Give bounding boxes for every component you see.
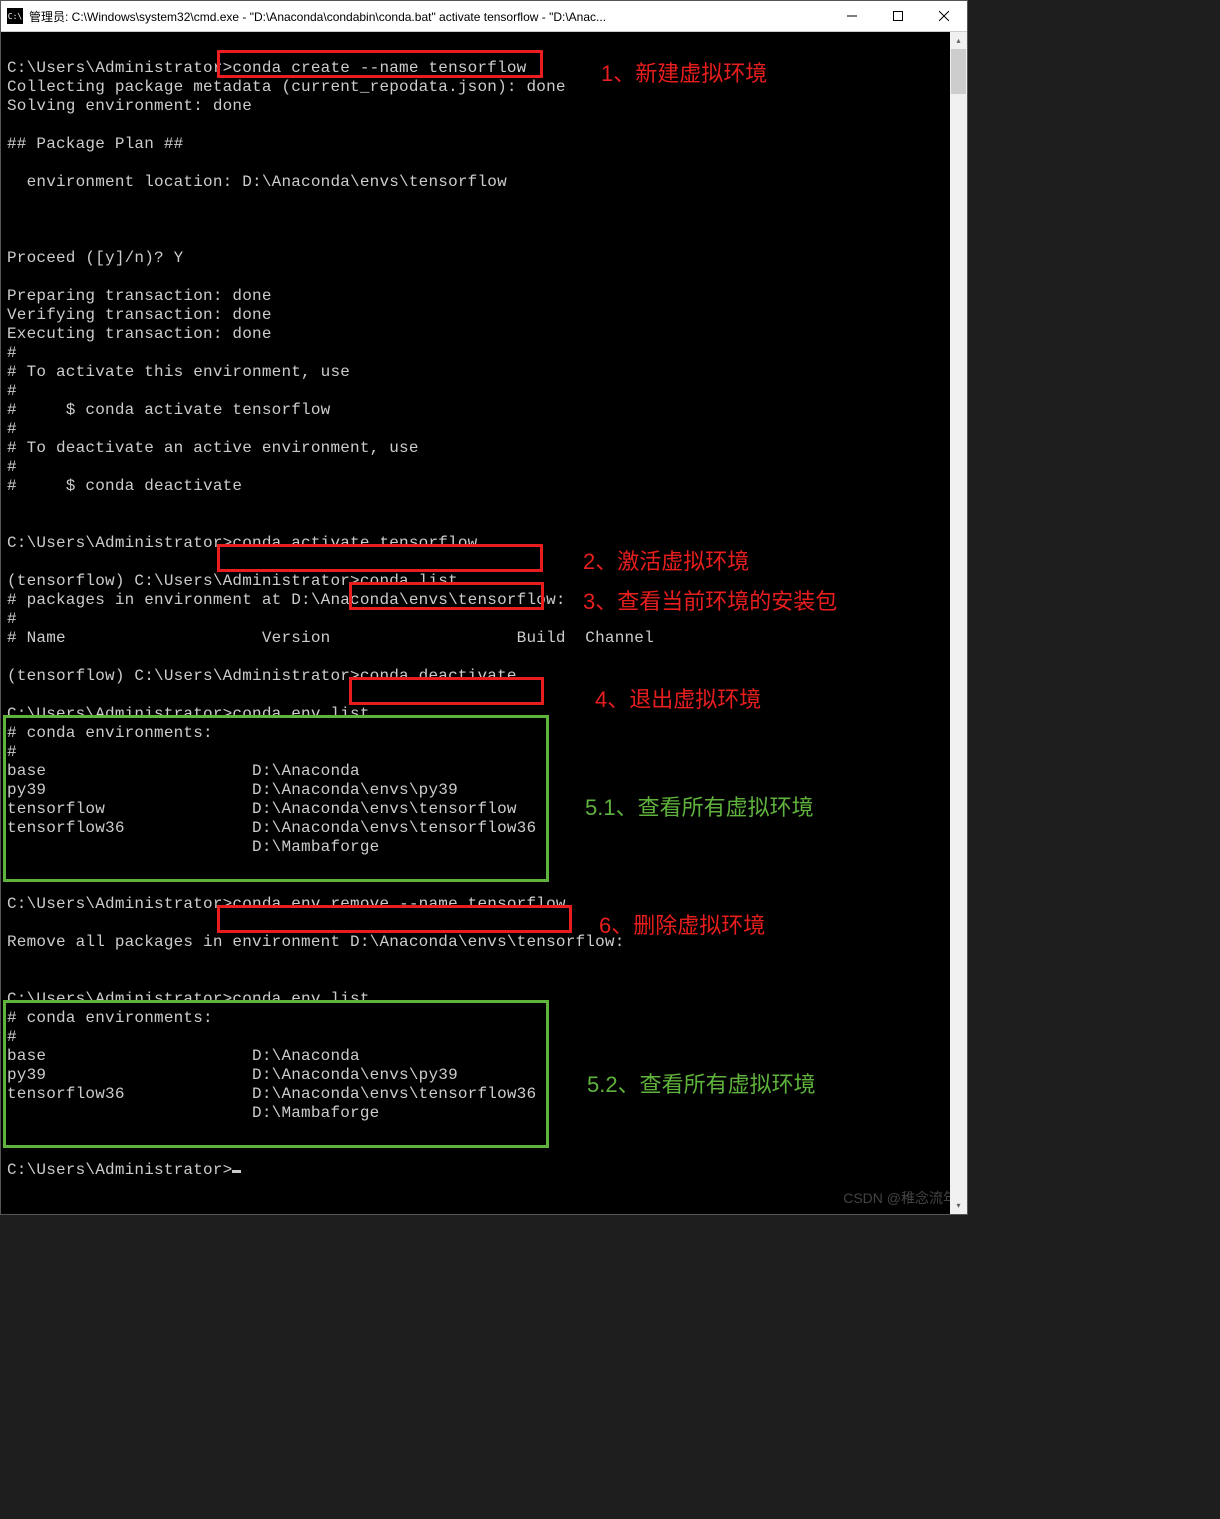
terminal-wrap: C:\Users\Administrator>conda create --na… [1,32,967,1214]
window-controls [829,1,967,31]
scrollbar-vertical[interactable]: ▴ ▾ [950,32,967,1214]
title-left: C:\ 管理员: C:\Windows\system32\cmd.exe - "… [1,8,606,25]
minimize-button[interactable] [829,1,875,31]
cmd-icon: C:\ [7,8,23,24]
scroll-down-button[interactable]: ▾ [950,1197,967,1214]
maximize-button[interactable] [875,1,921,31]
cmd-window: C:\ 管理员: C:\Windows\system32\cmd.exe - "… [0,0,968,1215]
window-title: 管理员: C:\Windows\system32\cmd.exe - "D:\A… [29,8,606,25]
scroll-up-button[interactable]: ▴ [950,32,967,49]
terminal-output[interactable]: C:\Users\Administrator>conda create --na… [1,32,967,1214]
titlebar[interactable]: C:\ 管理员: C:\Windows\system32\cmd.exe - "… [1,1,967,32]
scroll-thumb[interactable] [951,49,966,94]
close-button[interactable] [921,1,967,31]
cursor [232,1170,241,1173]
